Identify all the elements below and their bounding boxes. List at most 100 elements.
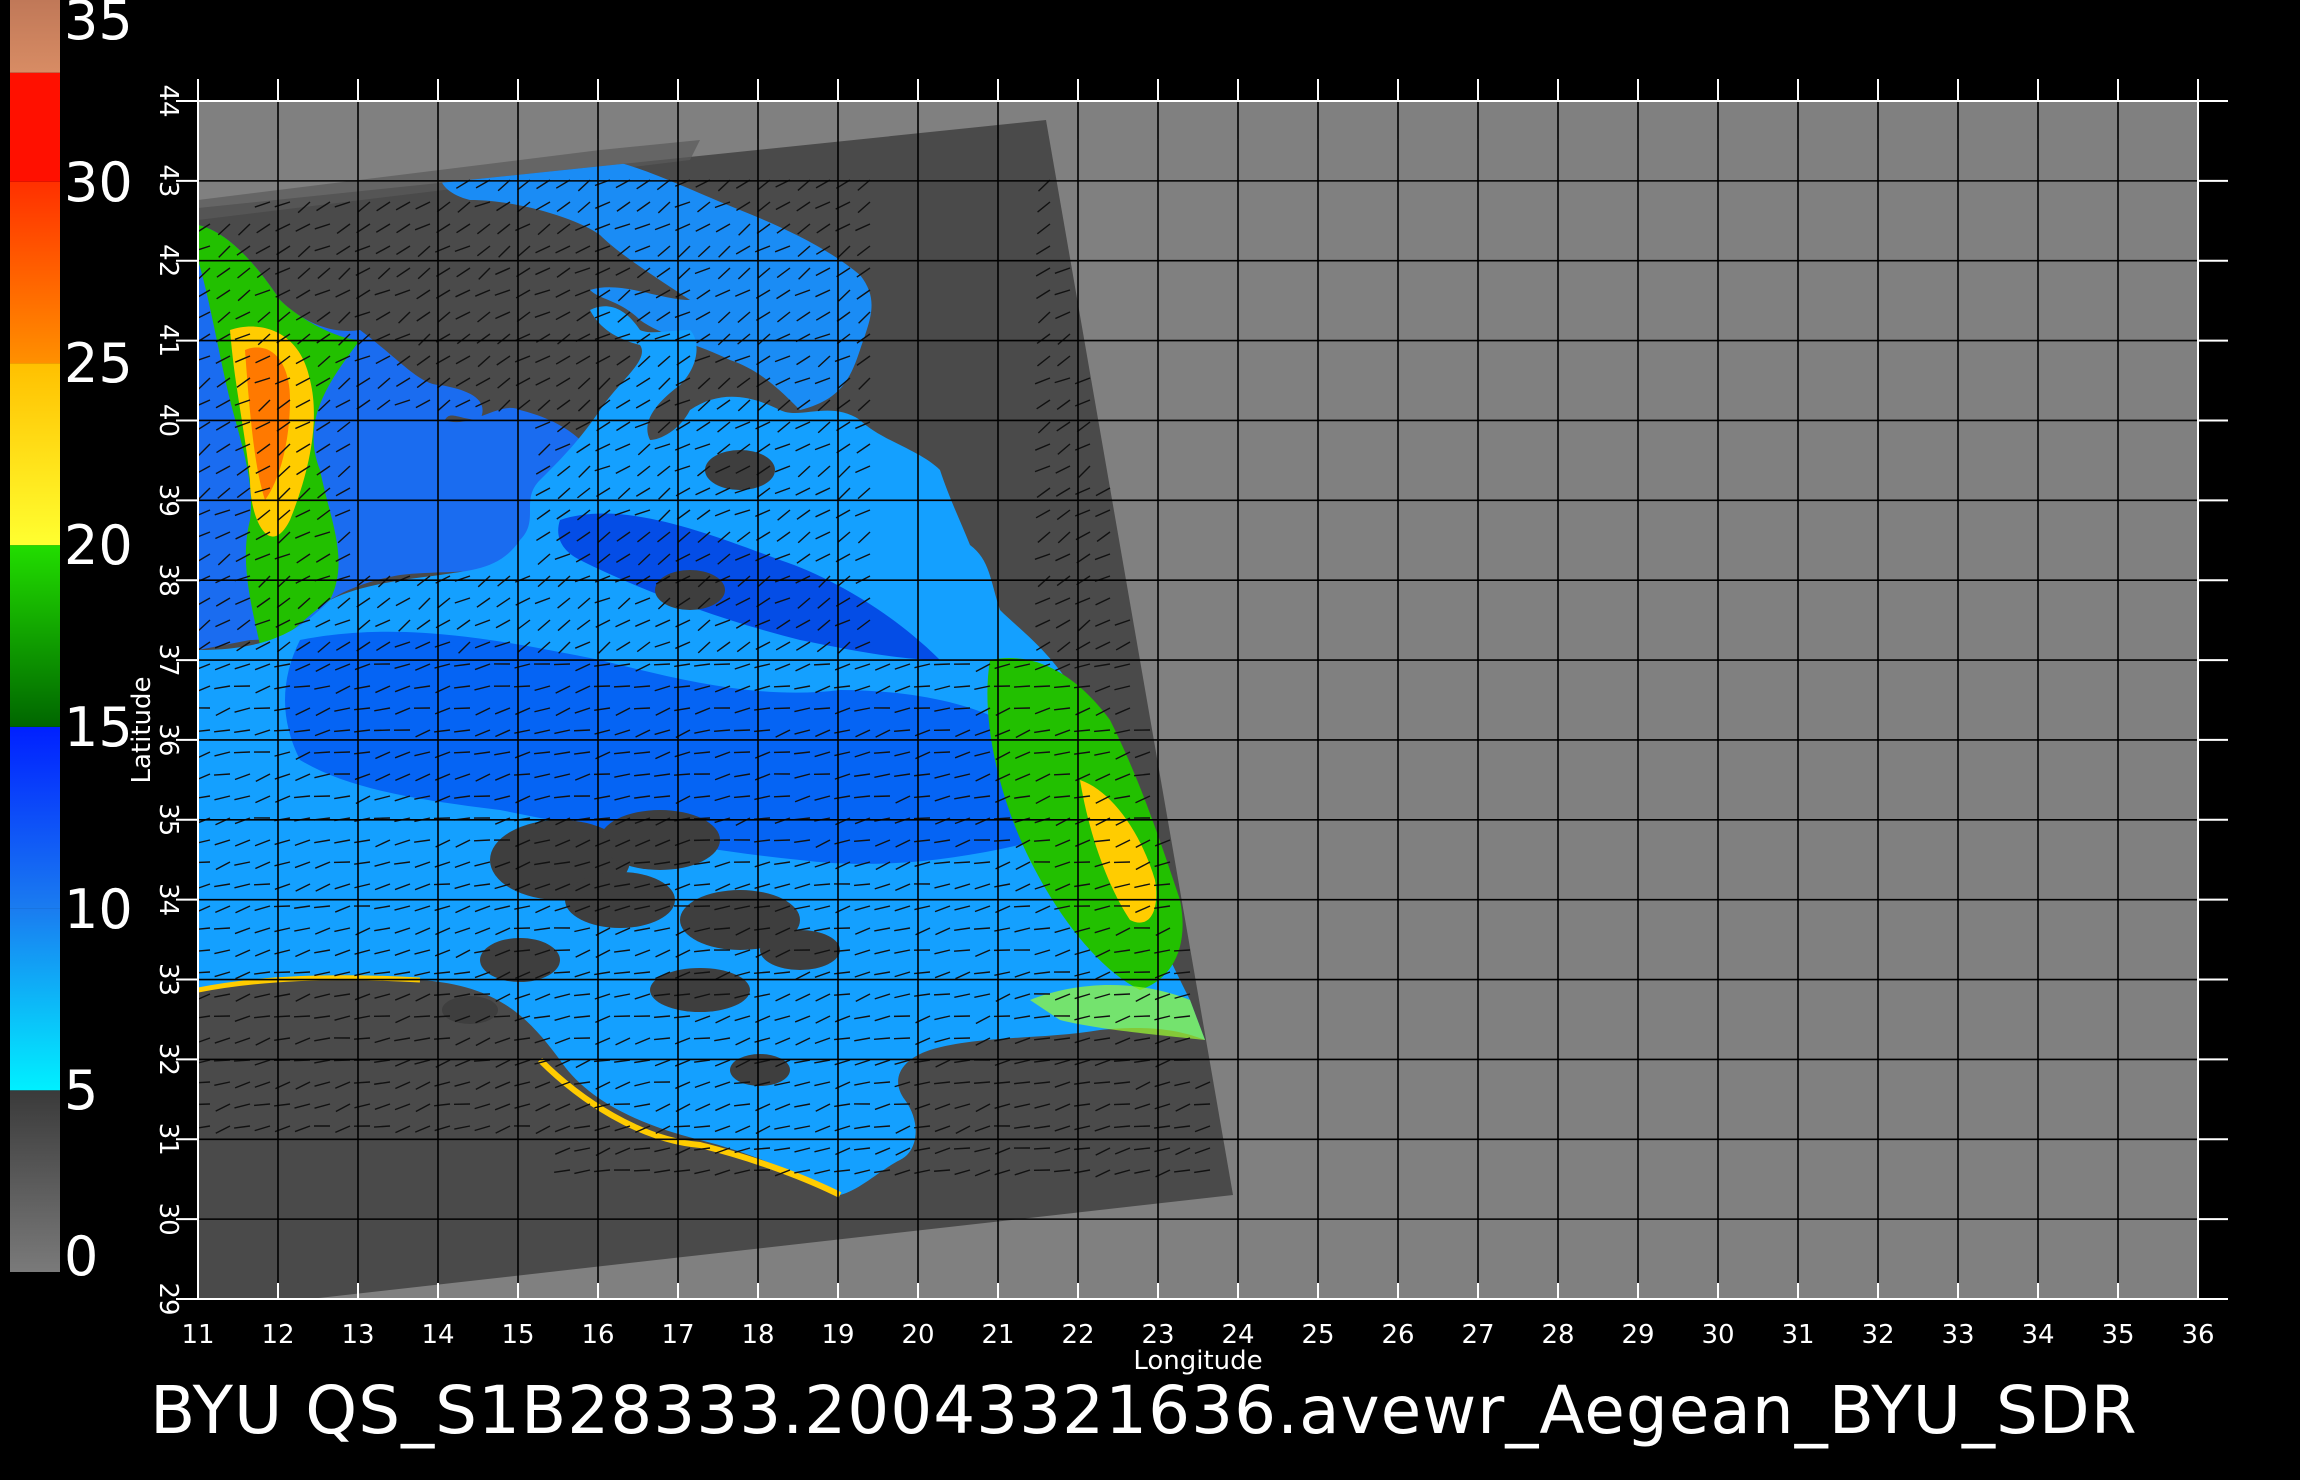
lat-tick-label: 32	[153, 1043, 183, 1076]
wind-vector	[913, 817, 931, 820]
lon-tick-label: 19	[821, 1320, 854, 1350]
lon-tick-label: 14	[421, 1320, 454, 1350]
wind-vector	[713, 663, 731, 666]
colorbar-segment	[10, 908, 60, 1091]
wind-vector	[493, 1015, 511, 1018]
wind-vector	[673, 1125, 691, 1128]
colorbar-segment	[10, 0, 60, 73]
lat-tick-label: 31	[153, 1123, 183, 1156]
wind-vector	[573, 729, 591, 732]
wind-vector	[1113, 993, 1131, 996]
lon-tick-label: 15	[501, 1320, 534, 1350]
wind-vector	[453, 751, 471, 754]
lon-tick-label: 32	[1861, 1320, 1894, 1350]
colorbar-label: 20	[64, 514, 133, 578]
wind-vector	[198, 1081, 211, 1084]
wind-vector	[693, 1037, 711, 1040]
colorbar-label: 15	[64, 695, 133, 759]
wind-vector	[1133, 1015, 1151, 1018]
lon-tick-label: 18	[741, 1320, 774, 1350]
lon-tick-label: 20	[901, 1320, 934, 1350]
wind-map-figure: 11 12 13 14 15 16 17 18 19 20 21 22 23 24 25 26 27 28 29 30…	[10, 0, 2228, 1376]
wind-vector	[433, 883, 451, 886]
lat-tick-label: 41	[153, 324, 183, 357]
colorbar-segment	[10, 1090, 60, 1272]
lon-tick-label: 35	[2101, 1320, 2134, 1350]
wind-speed-colorbar	[10, 0, 60, 1272]
wind-vector	[333, 751, 351, 754]
wind-vector	[1013, 905, 1031, 908]
lat-tick-label: 44	[153, 84, 183, 117]
lon-tick-label: 34	[2021, 1320, 2054, 1350]
lat-tick-label: 35	[153, 803, 183, 836]
colorbar-label: 5	[64, 1059, 99, 1123]
wind-vector	[1053, 773, 1071, 776]
wind-vector	[553, 663, 571, 666]
lon-tick-label: 16	[581, 1320, 614, 1350]
wind-vector	[1133, 1125, 1151, 1128]
wind-vector	[198, 861, 211, 864]
lon-tick-label: 11	[181, 1320, 214, 1350]
colorbar-label: 0	[64, 1225, 99, 1288]
wind-vector	[1033, 685, 1051, 688]
wind-vector	[1033, 1147, 1051, 1150]
wind-vector	[913, 685, 931, 688]
lat-tick-label: 33	[153, 963, 183, 996]
wind-vector	[293, 971, 311, 974]
lat-tick-label: 43	[153, 164, 183, 197]
wind-vector	[773, 707, 791, 710]
lat-tick-label: 36	[153, 723, 183, 756]
wind-vector	[1193, 1103, 1211, 1106]
wind-vector	[1113, 971, 1131, 974]
wind-vector	[933, 993, 951, 996]
wind-vector	[1113, 1103, 1131, 1106]
wind-vector	[273, 729, 291, 732]
wind-vector	[513, 685, 531, 688]
wind-vector	[273, 905, 291, 908]
lat-tick-label: 40	[153, 404, 183, 437]
lon-tick-label: 12	[261, 1320, 294, 1350]
colorbar-segment	[10, 545, 60, 727]
wind-vector	[413, 1015, 431, 1018]
wind-vector	[633, 1169, 651, 1172]
wind-vector	[893, 1037, 911, 1040]
wind-vector	[813, 663, 831, 666]
wind-vector	[213, 927, 231, 930]
wind-vector	[453, 707, 471, 710]
wind-vector	[733, 729, 751, 732]
lon-tick-label: 21	[981, 1320, 1014, 1350]
lat-tick-label: 29	[153, 1282, 183, 1315]
lat-tick-label: 39	[153, 484, 183, 517]
colorbar-segment	[10, 181, 60, 364]
product-title: BYU QS_S1B28333.20043321636.avewr_Aegean…	[150, 1372, 2138, 1449]
wind-vector	[993, 817, 1011, 820]
wind-vector	[693, 817, 711, 820]
wind-vector	[293, 1015, 311, 1018]
lat-tick-label: 38	[153, 564, 183, 597]
lon-tick-label: 29	[1621, 1320, 1654, 1350]
lon-tick-label: 33	[1941, 1320, 1974, 1350]
wind-vector	[953, 861, 971, 864]
colorbar-label: 10	[64, 877, 133, 941]
wind-vector	[633, 707, 651, 710]
wind-vector	[773, 795, 791, 798]
lon-tick-label: 31	[1781, 1320, 1814, 1350]
wind-vector	[713, 993, 731, 996]
colorbar-segment	[10, 72, 60, 182]
colorbar-label: 35	[64, 0, 133, 52]
lat-tick-label: 34	[153, 883, 183, 916]
wind-vector	[198, 971, 211, 974]
wind-vector	[953, 1147, 971, 1150]
lon-tick-label: 36	[2181, 1320, 2214, 1350]
wind-vector	[273, 1015, 291, 1018]
lon-tick-label: 17	[661, 1320, 694, 1350]
wind-vector	[873, 795, 891, 798]
wind-vector	[473, 839, 491, 842]
lat-tick-label: 42	[153, 244, 183, 277]
wind-vector	[1173, 949, 1191, 952]
lon-tick-label: 22	[1061, 1320, 1094, 1350]
colorbar-label: 30	[64, 150, 133, 214]
wind-vector	[933, 751, 951, 754]
wind-vector	[553, 971, 571, 974]
lon-tick-label: 13	[341, 1320, 374, 1350]
